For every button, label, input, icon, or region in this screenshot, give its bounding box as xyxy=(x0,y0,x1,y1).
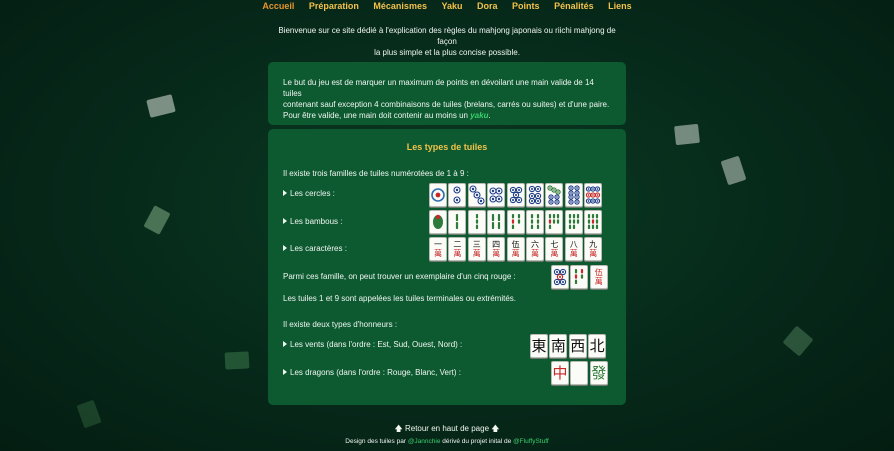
dragons-label[interactable]: Les dragons (dans l'ordre : Rouge, Blanc… xyxy=(283,368,461,377)
decorative-tile xyxy=(782,325,814,357)
circle-tile-icon xyxy=(564,183,583,207)
back-to-top-link[interactable]: 🡅 Retour en haut de page 🡅 xyxy=(0,423,894,437)
circle-tile-icon xyxy=(467,183,486,207)
nav-preparation[interactable]: Préparation xyxy=(309,1,359,11)
circle-tile-icon xyxy=(545,183,564,207)
bamboo-tile-icon xyxy=(487,210,506,234)
wind-tiles: 東南西北 xyxy=(530,334,607,358)
nav-yaku[interactable]: Yaku xyxy=(441,1,462,11)
section-title: Les types de tuiles xyxy=(406,142,488,152)
character-tile-icon: 七萬 xyxy=(545,237,564,261)
decorative-tile xyxy=(674,123,700,146)
characters-label[interactable]: Les caractères : xyxy=(283,244,347,253)
wind-tile-icon: 東 xyxy=(530,334,548,358)
wind-tile-icon: 西 xyxy=(568,334,587,358)
nav-accueil[interactable]: Accueil xyxy=(262,1,294,11)
credits: Design des tuiles par @Jannchie dérivé d… xyxy=(345,438,549,445)
character-tile-icon: 伍萬 xyxy=(589,265,608,289)
character-tile-icon: 六萬 xyxy=(525,237,544,261)
dragon-tile-icon xyxy=(570,361,589,385)
character-tile-icon: 三萬 xyxy=(467,237,486,261)
bamboo-tile-icon xyxy=(525,210,544,234)
bamboo-tile-icon xyxy=(506,210,525,234)
nav-points[interactable]: Points xyxy=(512,1,540,11)
decorative-tile xyxy=(146,94,176,118)
circles-label[interactable]: Les cercles : xyxy=(283,189,335,198)
circle-tile-icon xyxy=(551,265,569,289)
author-link-fluffystuff[interactable]: @FluffyStuff xyxy=(513,438,549,445)
bamboo-tile-icon xyxy=(570,265,589,289)
red-five-text: Parmi ces famille, on peut trouver un ex… xyxy=(283,272,516,281)
dragon-tile-icon: 中 xyxy=(551,361,569,385)
character-tile-icon: 四萬 xyxy=(487,237,506,261)
goal-panel: Le but du jeu est de marquer un maximum … xyxy=(268,62,626,125)
caret-right-icon xyxy=(283,218,287,224)
bamboo-tile-icon xyxy=(448,210,467,234)
bamboo-tile-icon xyxy=(584,210,603,234)
nav-penalites[interactable]: Pénalités xyxy=(554,1,594,11)
nav-dora[interactable]: Dora xyxy=(477,1,498,11)
circle-tile-icon xyxy=(448,183,467,207)
bamboos-tiles xyxy=(429,210,603,234)
winds-label[interactable]: Les vents (dans l'ordre : Est, Sud, Oues… xyxy=(283,340,462,349)
caret-right-icon xyxy=(283,341,287,347)
decorative-tile xyxy=(143,205,171,235)
caret-right-icon xyxy=(283,245,287,251)
circle-tile-icon xyxy=(584,183,603,207)
bamboo-tile-icon xyxy=(564,210,583,234)
intro-text: Bienvenue sur ce site dédié à l'explicat… xyxy=(278,26,616,57)
nav-mecanismes[interactable]: Mécanismes xyxy=(373,1,427,11)
tile-types-panel: Les types de tuiles Il existe trois fami… xyxy=(268,129,626,405)
characters-tiles: 一萬二萬三萬四萬伍萬六萬七萬八萬九萬 xyxy=(429,237,603,261)
honors-intro: Il existe deux types d'honneurs : xyxy=(283,320,398,329)
character-tile-icon: 九萬 xyxy=(584,237,603,261)
circle-tile-icon xyxy=(429,183,447,207)
bamboos-label[interactable]: Les bambous : xyxy=(283,217,342,226)
caret-right-icon xyxy=(283,190,287,196)
dragon-tiles: 中發 xyxy=(551,361,608,385)
bamboo-tile-icon xyxy=(545,210,564,234)
yaku-link[interactable]: yaku xyxy=(470,111,488,120)
wind-tile-icon: 北 xyxy=(588,334,607,358)
character-tile-icon: 八萬 xyxy=(564,237,583,261)
families-intro: Il existe trois familles de tuiles numér… xyxy=(283,169,469,178)
bamboo-tile-icon xyxy=(467,210,486,234)
author-link-jannchie[interactable]: @Jannchie xyxy=(408,438,441,445)
bamboo-tile-icon xyxy=(429,210,447,234)
terminals-text: Les tuiles 1 et 9 sont appelées les tuil… xyxy=(283,294,517,303)
circle-tile-icon xyxy=(525,183,544,207)
circle-tile-icon xyxy=(487,183,506,207)
character-tile-icon: 伍萬 xyxy=(506,237,525,261)
decorative-tile xyxy=(720,155,747,186)
caret-right-icon xyxy=(283,369,287,375)
circle-tile-icon xyxy=(506,183,525,207)
nav-liens[interactable]: Liens xyxy=(608,1,632,11)
circles-tiles xyxy=(429,183,603,207)
main-nav: Accueil Préparation Mécanismes Yaku Dora… xyxy=(0,1,894,11)
decorative-tile xyxy=(224,351,250,370)
character-tile-icon: 一萬 xyxy=(429,237,447,261)
character-tile-icon: 二萬 xyxy=(448,237,467,261)
wind-tile-icon: 南 xyxy=(549,334,568,358)
dragon-tile-icon: 發 xyxy=(589,361,608,385)
red-five-tiles: 伍萬 xyxy=(551,265,608,289)
